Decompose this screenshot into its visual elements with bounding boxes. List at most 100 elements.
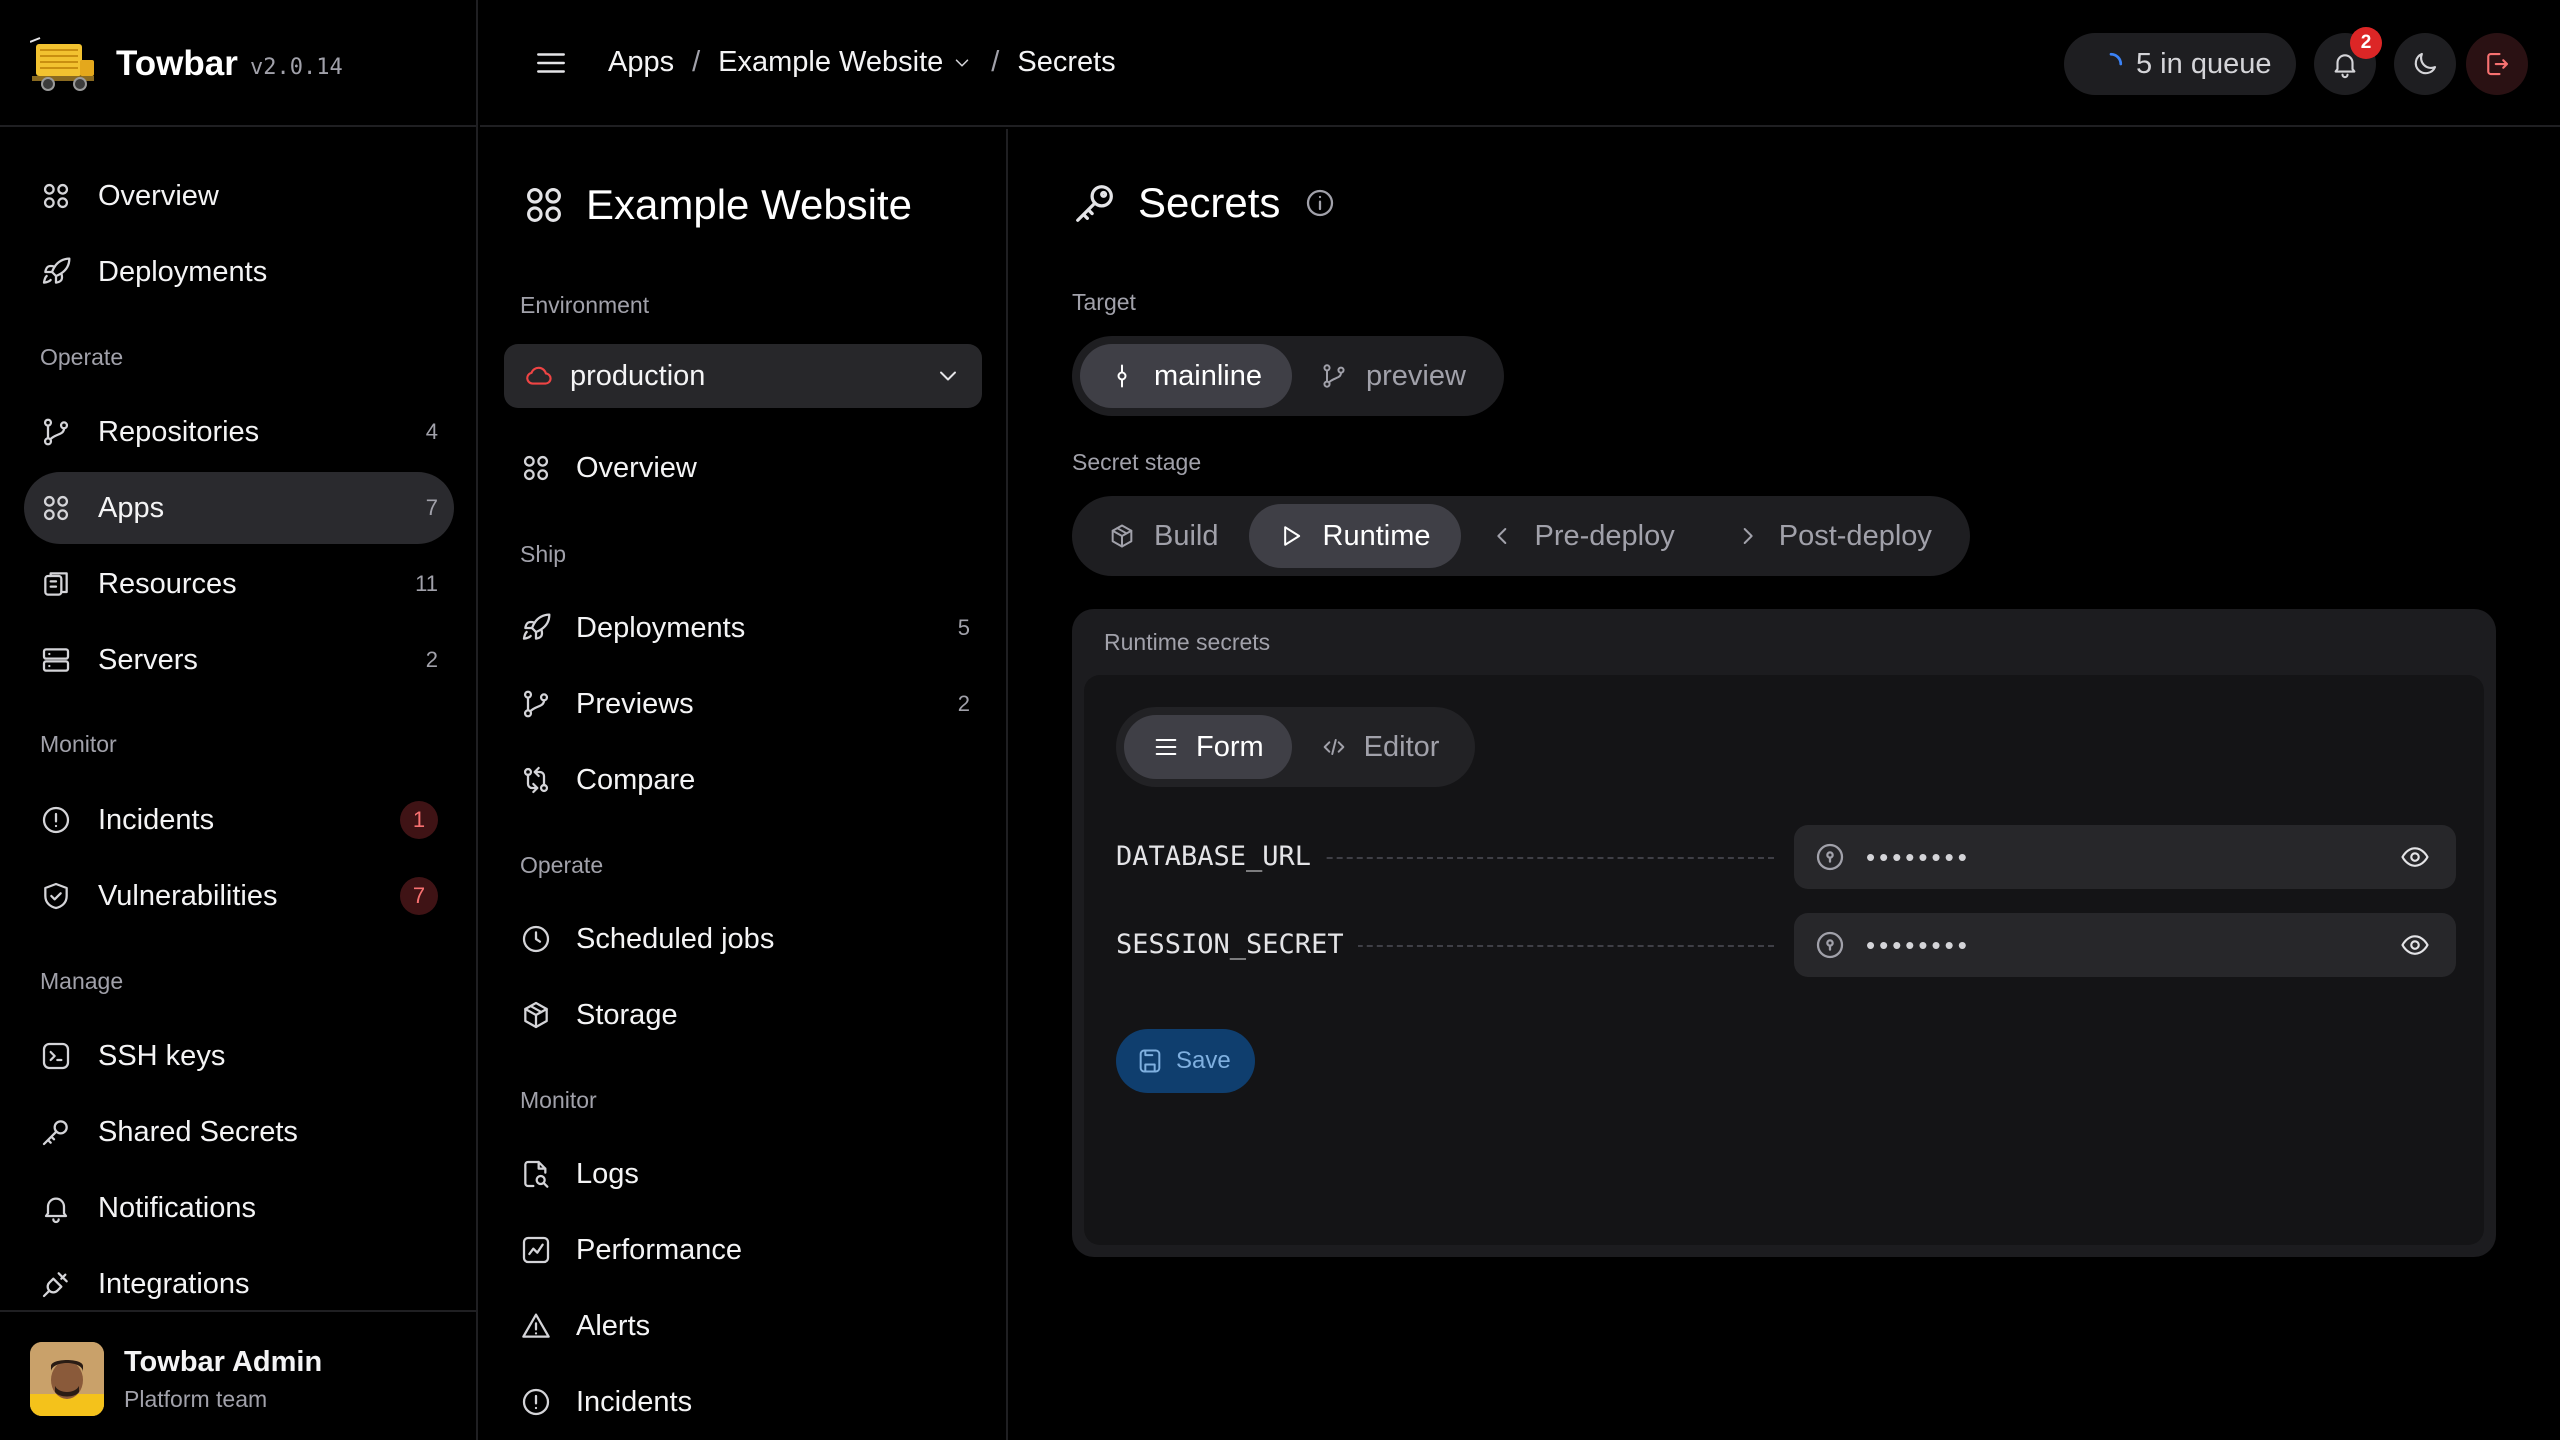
breadcrumb-apps[interactable]: Apps (608, 46, 674, 79)
stage-build[interactable]: Build (1080, 504, 1249, 568)
app-nav-scheduled-jobs[interactable]: Scheduled jobs (520, 911, 970, 967)
stage-post-deploy[interactable]: Post-deploy (1705, 504, 1962, 568)
sidebar-item-vulnerabilities[interactable]: Vulnerabilities 7 (24, 860, 454, 932)
target-mainline[interactable]: mainline (1080, 344, 1292, 408)
stage-segmented-control: Build Runtime Pre-deploy Post-deploy (1072, 496, 1970, 576)
sidebar-item-servers[interactable]: Servers 2 (24, 624, 454, 696)
sidebar-item-resources[interactable]: Resources 11 (24, 548, 454, 620)
grid-icon (527, 188, 561, 222)
sidebar-item-label: Integrations (98, 1267, 250, 1300)
chevron-down-icon[interactable] (951, 52, 973, 74)
tab-form[interactable]: Form (1124, 715, 1292, 779)
stage-runtime-label: Runtime (1322, 519, 1431, 552)
card-title: Runtime secrets (1104, 629, 1271, 655)
section-label-manage: Manage (40, 968, 124, 994)
save-button[interactable]: Save (1116, 1029, 1255, 1093)
operate-label: Operate (520, 852, 604, 878)
app-nav-performance[interactable]: Performance (520, 1222, 970, 1278)
secret-value-field[interactable]: •••••••• (1794, 825, 2456, 889)
menu-icon[interactable] (534, 46, 568, 80)
sidebar-item-overview[interactable]: Overview (24, 160, 454, 232)
lock-circle-icon (1816, 931, 1844, 959)
user-card[interactable]: Towbar Admin Platform team (0, 1310, 478, 1440)
view-tabs: Form Editor (1116, 707, 1476, 787)
breadcrumb: Apps / Example Website / Secrets (608, 46, 1116, 79)
environment-value: production (570, 359, 706, 392)
secret-row: DATABASE_URL •••••••• (1116, 825, 2456, 889)
stage-build-label: Build (1154, 519, 1219, 552)
sidebar-item-incidents[interactable]: Incidents 1 (24, 784, 454, 856)
eye-icon[interactable] (2400, 842, 2430, 872)
stage-pre-deploy[interactable]: Pre-deploy (1461, 504, 1705, 568)
app-nav-overview[interactable]: Overview (520, 440, 970, 496)
app-nav-alerts[interactable]: Alerts (520, 1298, 970, 1354)
compare-icon (523, 766, 549, 794)
git-branch-icon (1323, 364, 1345, 388)
runtime-secrets-card: Runtime secrets Form Editor DATABASE_URL… (1072, 609, 2496, 1257)
sidebar-item-notifications[interactable]: Notifications (24, 1172, 454, 1244)
chevron-down-icon (940, 371, 956, 381)
box-icon (524, 1001, 548, 1029)
monitor-label: Monitor (520, 1087, 597, 1113)
version-label: v2.0.14 (250, 55, 343, 80)
app-nav-label: Alerts (576, 1309, 651, 1342)
sidebar: Towbar v2.0.14 Overview Deployments Oper… (0, 0, 478, 1440)
app-nav-label: Compare (576, 763, 696, 796)
sidebar-item-shared-secrets[interactable]: Shared Secrets (24, 1096, 454, 1168)
app-nav-logs[interactable]: Logs (520, 1146, 970, 1202)
sidebar-item-label: Apps (98, 491, 165, 524)
file-search-icon (524, 1160, 549, 1188)
lock-circle-icon (1816, 843, 1844, 871)
sidebar-item-label: Servers (98, 643, 198, 676)
shield-check-icon (44, 882, 68, 910)
secret-key: DATABASE_URL (1116, 841, 1326, 872)
secret-masked-value: •••••••• (1866, 929, 1971, 960)
ship-label: Ship (520, 541, 567, 567)
app-title-text: Example Website (586, 181, 913, 228)
stage-runtime[interactable]: Runtime (1248, 504, 1461, 568)
sidebar-item-label: Resources (98, 567, 237, 600)
app-nav-label: Incidents (576, 1385, 693, 1418)
tab-editor[interactable]: Editor (1292, 715, 1468, 779)
logout-button[interactable] (2466, 33, 2528, 95)
breadcrumb-current: Secrets (1017, 46, 1116, 78)
queue-button[interactable]: 5 in queue (2064, 33, 2296, 95)
theme-toggle-button[interactable] (2394, 33, 2456, 95)
bell-icon (44, 1197, 68, 1224)
secret-value-field[interactable]: •••••••• (1794, 913, 2456, 977)
warning-triangle-icon (522, 1313, 550, 1338)
alert-badge: 1 (400, 801, 438, 839)
git-commit-icon (1117, 364, 1127, 388)
environment-select[interactable]: production (504, 344, 982, 408)
app-nav-previews[interactable]: Previews 2 (520, 676, 970, 732)
count-badge: 5 (957, 615, 970, 640)
save-button-label: Save (1176, 1047, 1231, 1074)
brand[interactable]: Towbar v2.0.14 (0, 0, 478, 127)
app-panel: Example Website Environment production O… (480, 129, 1008, 1440)
alert-badge: 7 (400, 877, 438, 915)
target-preview[interactable]: preview (1292, 344, 1496, 408)
target-preview-label: preview (1366, 359, 1466, 392)
git-branch-icon (43, 418, 69, 446)
avatar (30, 1342, 104, 1416)
app-nav-storage[interactable]: Storage (520, 987, 970, 1043)
app-nav-deployments[interactable]: Deployments 5 (520, 600, 970, 656)
sidebar-item-ssh-keys[interactable]: SSH keys (24, 1020, 454, 1092)
user-name: Towbar Admin (124, 1346, 323, 1378)
key-icon (1076, 185, 1113, 222)
sidebar-item-apps[interactable]: Apps 7 (24, 472, 454, 544)
sidebar-item-deployments[interactable]: Deployments (24, 236, 454, 308)
app-nav-incidents[interactable]: Incidents (520, 1374, 970, 1430)
breadcrumb-app[interactable]: Example Website (718, 46, 943, 79)
server-icon (42, 648, 70, 672)
app-nav-label: Logs (576, 1157, 639, 1190)
app-nav-compare[interactable]: Compare (520, 752, 970, 808)
cloud-icon (526, 366, 552, 385)
notifications-button[interactable]: 2 (2314, 27, 2382, 95)
target-label: Target (1072, 289, 1136, 315)
sidebar-item-repositories[interactable]: Repositories 4 (24, 396, 454, 468)
breadcrumb-separator: / (692, 46, 701, 78)
info-icon[interactable] (1304, 187, 1336, 219)
chevron-left-icon (1496, 528, 1506, 544)
eye-icon[interactable] (2400, 930, 2430, 960)
